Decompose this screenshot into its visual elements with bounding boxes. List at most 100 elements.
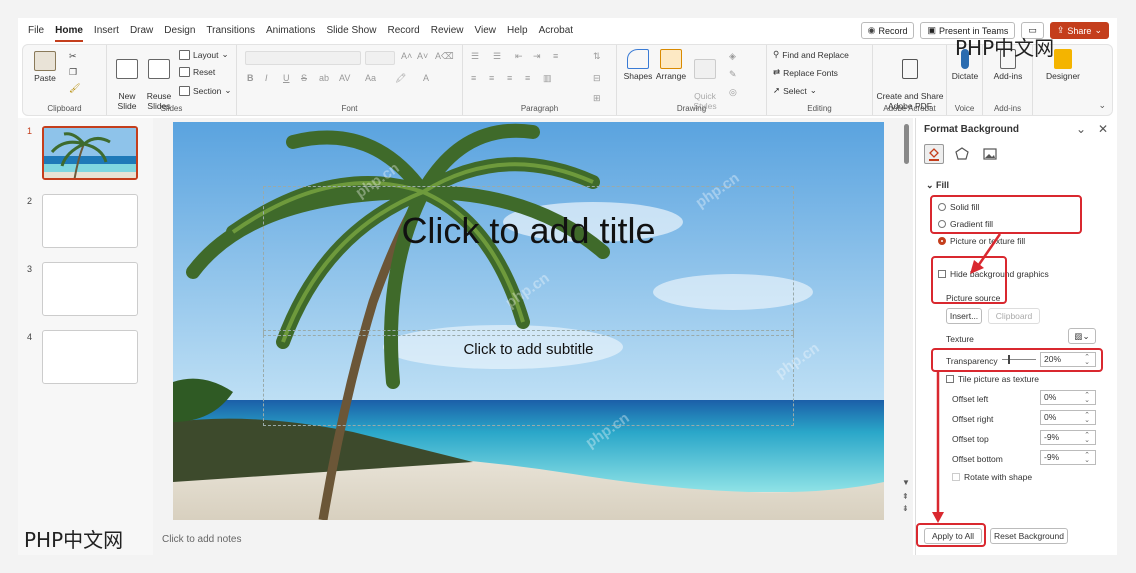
- change-case-button[interactable]: Aa: [365, 73, 376, 83]
- checkbox[interactable]: [946, 375, 954, 383]
- shadow-icon[interactable]: ab: [319, 73, 329, 83]
- shapes-button[interactable]: Shapes: [623, 49, 653, 81]
- clipboard-button[interactable]: Clipboard: [988, 308, 1040, 324]
- ribbon: Paste ✂ ❐ 🖌 Clipboard New Slide Reuse Sl…: [22, 44, 1113, 116]
- tab-draw[interactable]: Draw: [130, 18, 153, 44]
- columns-icon[interactable]: ▥: [543, 73, 552, 84]
- arrange-button[interactable]: Arrange: [655, 49, 687, 81]
- tab-file[interactable]: File: [28, 18, 44, 44]
- tab-acrobat[interactable]: Acrobat: [539, 18, 573, 44]
- shape-fill-icon[interactable]: ◈: [729, 51, 736, 62]
- fill-section-header[interactable]: ⌄ Fill: [926, 180, 949, 191]
- record-button[interactable]: ◉ Record: [860, 22, 915, 39]
- shrink-font-icon[interactable]: A˅: [417, 51, 428, 61]
- font-color-icon[interactable]: A: [423, 73, 429, 83]
- copy-icon[interactable]: ❐: [69, 67, 77, 78]
- tab-record[interactable]: Record: [387, 18, 419, 44]
- replace-fonts-button[interactable]: ⇄ Replace Fonts: [773, 67, 838, 78]
- tab-animations[interactable]: Animations: [266, 18, 315, 44]
- slide-scrollbar[interactable]: ▼ ⇞ ⇟: [902, 118, 912, 518]
- shape-effects-icon[interactable]: ◎: [729, 87, 737, 98]
- increase-indent-icon[interactable]: ⇥: [533, 51, 541, 62]
- picture-fill-radio[interactable]: Picture or texture fill: [938, 236, 1025, 246]
- font-size-box[interactable]: [365, 51, 395, 65]
- tab-help[interactable]: Help: [507, 18, 528, 44]
- align-center-icon[interactable]: ≡: [489, 73, 494, 83]
- tab-design[interactable]: Design: [164, 18, 195, 44]
- texture-dropdown[interactable]: ▨⌄: [1068, 328, 1096, 344]
- decrease-indent-icon[interactable]: ⇤: [515, 51, 523, 62]
- close-icon[interactable]: ✕: [1098, 122, 1108, 136]
- find-replace-button[interactable]: ⚲ Find and Replace: [773, 49, 849, 60]
- shape-outline-icon[interactable]: ✎: [729, 69, 737, 80]
- offset-right-input[interactable]: 0%: [1040, 410, 1096, 425]
- tab-slide-show[interactable]: Slide Show: [326, 18, 376, 44]
- offset-top-input[interactable]: -9%: [1040, 430, 1096, 445]
- reset-button[interactable]: Reset: [179, 67, 215, 77]
- align-text-icon[interactable]: ⊟: [593, 73, 601, 84]
- clear-formatting-icon[interactable]: A⌫: [435, 51, 454, 62]
- offset-left-input[interactable]: 0%: [1040, 390, 1096, 405]
- offset-bottom-input[interactable]: -9%: [1040, 450, 1096, 465]
- font-name-box[interactable]: [245, 51, 361, 65]
- smartart-icon[interactable]: ⊞: [593, 93, 601, 104]
- title-placeholder-text[interactable]: Click to add title: [173, 210, 884, 252]
- previous-slide-icon[interactable]: ⇞: [902, 492, 909, 501]
- radio-button[interactable]: [938, 237, 946, 245]
- checkbox[interactable]: [952, 473, 960, 481]
- tab-transitions[interactable]: Transitions: [206, 18, 255, 44]
- record-label: Record: [878, 25, 908, 36]
- slide-thumbnail-3[interactable]: [42, 262, 138, 316]
- scrollbar-thumb[interactable]: [904, 124, 909, 164]
- align-left-icon[interactable]: ≡: [471, 73, 476, 83]
- pane-title: Format Background: [924, 124, 1020, 135]
- slide-canvas[interactable]: Click to add title Click to add subtitle…: [173, 122, 884, 520]
- picture-icon[interactable]: [980, 144, 1000, 164]
- section-button[interactable]: Section ⌄: [179, 85, 231, 96]
- next-slide-icon[interactable]: ⇟: [902, 504, 909, 513]
- notes-placeholder[interactable]: Click to add notes: [162, 534, 242, 545]
- text-direction-icon[interactable]: ⇅: [593, 51, 601, 62]
- reuse-slides-button[interactable]: Reuse Slides: [143, 49, 175, 111]
- collapse-ribbon-icon[interactable]: ⌄: [1098, 100, 1106, 111]
- tab-review[interactable]: Review: [431, 18, 464, 44]
- scroll-down-icon[interactable]: ▼: [902, 478, 910, 487]
- slide-thumbnail-2[interactable]: [42, 194, 138, 248]
- quick-styles-button[interactable]: Quick Styles: [689, 49, 721, 111]
- paste-button[interactable]: Paste: [29, 51, 61, 83]
- italic-button[interactable]: I: [265, 73, 268, 83]
- line-spacing-icon[interactable]: ≡: [553, 51, 558, 61]
- title-placeholder[interactable]: [263, 186, 794, 336]
- slide-thumbnail-4[interactable]: [42, 330, 138, 384]
- format-painter-icon[interactable]: 🖌: [69, 83, 80, 94]
- tile-texture-checkbox[interactable]: Tile picture as texture: [946, 374, 1039, 384]
- cut-icon[interactable]: ✂: [69, 51, 77, 62]
- fill-bucket-icon[interactable]: [924, 144, 944, 164]
- justify-icon[interactable]: ≡: [525, 73, 530, 83]
- character-spacing-button[interactable]: AV: [339, 73, 350, 83]
- reset-background-button[interactable]: Reset Background: [990, 528, 1068, 544]
- tab-home[interactable]: Home: [55, 18, 83, 44]
- effects-pentagon-icon[interactable]: [952, 144, 972, 164]
- bullets-icon[interactable]: ☰: [471, 51, 479, 62]
- tab-view[interactable]: View: [475, 18, 497, 44]
- create-share-pdf-button[interactable]: Create and Share Adobe PDF: [873, 49, 947, 111]
- grow-font-icon[interactable]: A˄: [401, 51, 412, 61]
- tab-insert[interactable]: Insert: [94, 18, 119, 44]
- subtitle-placeholder-text[interactable]: Click to add subtitle: [264, 341, 793, 358]
- select-button[interactable]: ➚ Select ⌄: [773, 85, 817, 96]
- highlight-icon[interactable]: 🖍: [395, 73, 406, 84]
- subtitle-placeholder[interactable]: Click to add subtitle: [263, 330, 794, 426]
- new-slide-button[interactable]: New Slide: [111, 49, 143, 111]
- slide-thumbnail-1[interactable]: [42, 126, 138, 180]
- insert-picture-button[interactable]: Insert...: [946, 308, 982, 324]
- numbering-icon[interactable]: ☰: [493, 51, 501, 62]
- align-right-icon[interactable]: ≡: [507, 73, 512, 83]
- underline-button[interactable]: U: [283, 73, 290, 83]
- bold-button[interactable]: B: [247, 73, 254, 83]
- strikethrough-button[interactable]: S: [301, 73, 307, 83]
- share-button[interactable]: ⇪ Share ⌄: [1049, 22, 1109, 39]
- rotate-with-shape-checkbox[interactable]: Rotate with shape: [952, 472, 1032, 482]
- layout-button[interactable]: Layout ⌄: [179, 49, 229, 60]
- chevron-down-icon[interactable]: ⌄: [1076, 122, 1086, 136]
